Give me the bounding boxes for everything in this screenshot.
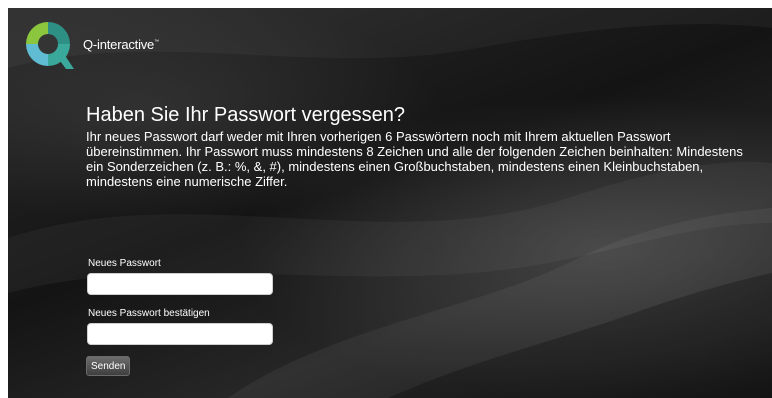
trademark-symbol: ™ bbox=[154, 39, 159, 45]
brand-text: Q-interactive bbox=[83, 37, 155, 52]
new-password-label: Neues Passwort bbox=[88, 258, 161, 269]
page-title: Haben Sie Ihr Passwort vergessen? bbox=[86, 104, 406, 126]
brand-name: Q-interactive™ bbox=[83, 37, 159, 52]
confirm-password-label: Neues Passwort bestätigen bbox=[88, 308, 210, 319]
password-requirements-text: Ihr neues Passwort darf weder mit Ihren … bbox=[86, 129, 743, 189]
send-button[interactable]: Senden bbox=[86, 356, 131, 376]
password-reset-page: Q-interactive™ Haben Sie Ihr Passwort ve… bbox=[8, 8, 772, 398]
confirm-password-input[interactable] bbox=[87, 323, 273, 345]
q-interactive-logo-icon bbox=[26, 22, 74, 69]
new-password-input[interactable] bbox=[87, 273, 273, 295]
